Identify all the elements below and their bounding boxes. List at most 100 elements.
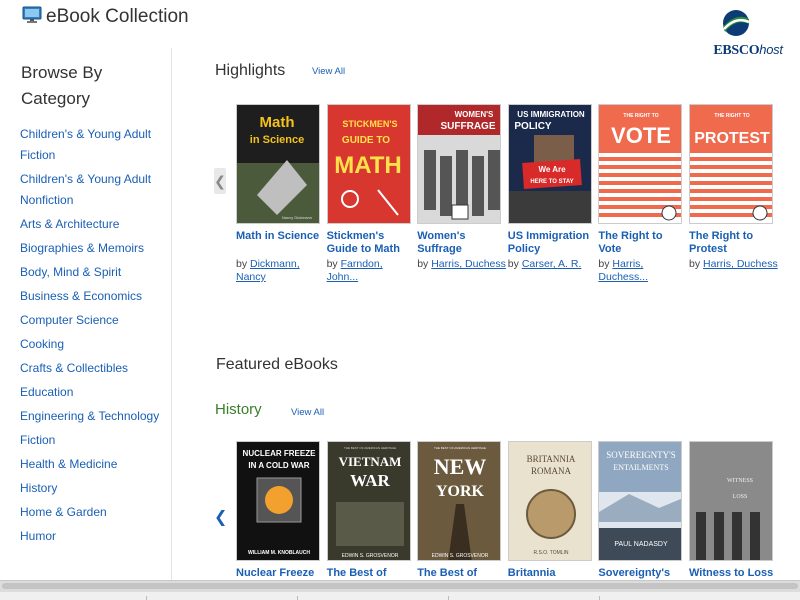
- category-link[interactable]: Arts & Architecture: [20, 214, 160, 235]
- cover-text: VIETNAM: [338, 454, 401, 469]
- book-author: by Harris, Duchess: [417, 258, 507, 271]
- book-author: by Harris, Duchess: [689, 258, 779, 271]
- category-link[interactable]: Humor: [20, 526, 160, 547]
- horizontal-scrollbar[interactable]: [0, 580, 800, 592]
- book-cover-art: STICKMEN'S GUIDE TO MATH: [327, 105, 410, 223]
- cover-text: NUCLEAR FREEZE: [243, 449, 317, 458]
- history-view-all-link[interactable]: View All: [291, 407, 324, 418]
- author-prefix: by: [236, 258, 251, 270]
- category-link[interactable]: Crafts & Collectibles: [20, 358, 160, 379]
- book-author: by Harris, Duchess...: [598, 258, 688, 284]
- cover-text: WILLIAM M. KNOBLAUCH: [248, 550, 310, 556]
- status-bar: [0, 592, 800, 600]
- book-cover[interactable]: THE RIGHT TO PROTEST: [689, 104, 773, 224]
- book-cover[interactable]: THE RIGHT TO VOTE: [598, 104, 683, 224]
- sidebar: Browse By Category Children's & Young Ad…: [0, 48, 172, 580]
- cover-text: WITNESS: [727, 478, 753, 484]
- cover-text: R.S.O. TOMLIN: [533, 550, 568, 556]
- book-cover[interactable]: US IMMIGRATION POLICY We Are HERE TO STAY: [507, 104, 592, 224]
- ebsco-logo[interactable]: EBSCOhost: [698, 6, 798, 62]
- ebsco-wordmark-bold: EBSCO: [713, 43, 760, 58]
- category-link[interactable]: Children's & Young Adult Nonfiction: [20, 169, 160, 211]
- ebsco-wordmark-italic: host: [759, 42, 783, 57]
- cover-text: SUFFRAGE: [441, 121, 496, 132]
- author-prefix: by: [689, 258, 704, 270]
- book-title-link[interactable]: The Best of: [327, 567, 417, 580]
- book-title-link[interactable]: Women's Suffrage: [417, 230, 507, 256]
- cover-text: STICKMEN'S: [342, 119, 397, 129]
- author-link[interactable]: Harris, Duchess: [703, 258, 778, 270]
- book-cover[interactable]: THE BEST OF AMERICAN HERITAGE VIETNAM WAR E…: [326, 441, 411, 561]
- author-prefix: by: [417, 258, 432, 270]
- book-cover-art: THE RIGHT TO VOTE: [599, 105, 682, 223]
- book-title-link[interactable]: Math in Science: [236, 230, 326, 243]
- category-link[interactable]: Children's & Young Adult Fiction: [20, 124, 160, 166]
- category-link[interactable]: Biographies & Memoirs: [20, 238, 160, 259]
- book-cover[interactable]: WOMEN'S SUFFRAGE: [417, 104, 502, 224]
- book-cover[interactable]: Math in Science Nancy Dickmann: [236, 104, 320, 224]
- book-cover[interactable]: SOVEREIGNTY'S ENTAILMENTS PAUL NADASDY: [598, 441, 683, 561]
- book-title-link[interactable]: The Right to Protest: [689, 230, 779, 256]
- author-link[interactable]: Carser, A. R.: [522, 258, 582, 270]
- status-separator: [146, 596, 147, 600]
- book-title-link[interactable]: The Right to Vote: [598, 230, 688, 256]
- book-title-link[interactable]: Sovereignty's: [598, 567, 688, 580]
- book-title-link[interactable]: Britannia: [508, 567, 598, 580]
- cover-text: GUIDE TO: [342, 135, 390, 146]
- book-cover-art: NUCLEAR FREEZE IN A COLD WAR WILLIAM M. KN…: [237, 442, 319, 560]
- category-link[interactable]: Fiction: [20, 430, 160, 451]
- book-author: by Carser, A. R.: [508, 258, 598, 271]
- cover-text: ROMANA: [531, 466, 572, 476]
- book-title-link[interactable]: Witness to Loss: [689, 567, 779, 580]
- cover-text: LOSS: [733, 494, 748, 500]
- ebsco-globe-icon: [723, 10, 750, 36]
- history-prev-arrow[interactable]: ❮: [214, 505, 227, 531]
- cover-text: MATH: [334, 152, 402, 179]
- book-cover-art: SOVEREIGNTY'S ENTAILMENTS PAUL NADASDY: [599, 442, 682, 560]
- featured-title: Featured eBooks: [216, 356, 338, 373]
- author-link[interactable]: Harris, Duchess: [431, 258, 506, 270]
- app-title: eBook Collection: [46, 6, 189, 27]
- category-link[interactable]: Home & Garden: [20, 502, 160, 523]
- book-title-link[interactable]: The Best of: [417, 567, 507, 580]
- book-cover[interactable]: WITNESS LOSS: [689, 441, 773, 561]
- cover-text: THE BEST OF AMERICAN HERITAGE: [344, 446, 396, 450]
- book-cover-art: WOMEN'S SUFFRAGE: [418, 105, 501, 223]
- category-list: Children's & Young Adult Fiction Childre…: [20, 124, 160, 550]
- category-link[interactable]: Engineering & Technology: [20, 406, 160, 427]
- category-link[interactable]: Health & Medicine: [20, 454, 160, 475]
- highlights-title: Highlights: [215, 62, 286, 79]
- book-cover[interactable]: STICKMEN'S GUIDE TO MATH: [326, 104, 411, 224]
- book-cover[interactable]: BRITANNIA ROMANA R.S.O. TOMLIN: [507, 441, 592, 561]
- cover-text: SOVEREIGNTY'S: [607, 450, 677, 460]
- page: eBook Collection EBSCOhost Browse By Cat…: [0, 0, 800, 600]
- book-title-link[interactable]: US Immigration Policy: [508, 230, 598, 256]
- status-separator: [599, 596, 600, 600]
- category-link[interactable]: Computer Science: [20, 310, 160, 331]
- book-title-link[interactable]: Stickmen's Guide to Math: [327, 230, 417, 256]
- book-cover-art: WITNESS LOSS: [690, 442, 772, 560]
- scrollbar-thumb[interactable]: [2, 583, 798, 589]
- author-prefix: by: [507, 258, 522, 270]
- category-link[interactable]: Business & Economics: [20, 286, 160, 307]
- cover-text: IN A COLD WAR: [248, 461, 309, 470]
- category-link[interactable]: Education: [20, 382, 160, 403]
- highlights-view-all-link[interactable]: View All: [312, 66, 345, 77]
- cover-text: YORK: [436, 483, 485, 500]
- book-cover[interactable]: THE BEST OF AMERICAN HERITAGE NEW YORK EDWI…: [417, 441, 502, 561]
- status-separator: [448, 596, 449, 600]
- category-link[interactable]: Body, Mind & Spirit: [20, 262, 160, 283]
- cover-text: POLICY: [514, 121, 552, 132]
- cover-text: HERE TO STAY: [530, 179, 573, 185]
- highlights-prev-arrow[interactable]: ❮: [214, 168, 226, 194]
- book-cover[interactable]: NUCLEAR FREEZE IN A COLD WAR WILLIAM M. KN…: [236, 441, 320, 561]
- cover-text: Math: [260, 114, 295, 131]
- book-title-link[interactable]: Nuclear Freeze: [236, 567, 326, 580]
- cover-text: Nancy Dickmann: [282, 215, 312, 220]
- category-link[interactable]: Cooking: [20, 334, 160, 355]
- category-link[interactable]: History: [20, 478, 160, 499]
- browse-heading: Browse By Category: [21, 63, 103, 108]
- cover-text: PROTEST: [694, 130, 770, 147]
- cover-text: EDWIN S. GROSVENOR: [432, 553, 489, 559]
- author-prefix: by: [598, 258, 613, 270]
